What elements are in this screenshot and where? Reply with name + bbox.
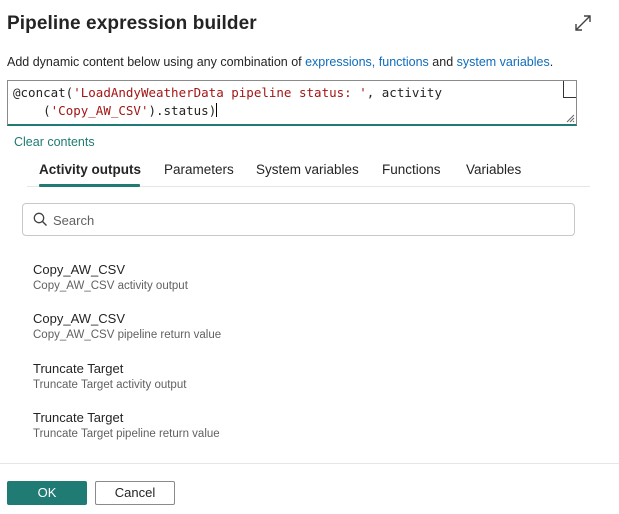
tab-system-variables[interactable]: System variables — [256, 162, 359, 177]
code-line1-pre: @concat( — [13, 85, 74, 100]
code-line1-post: , activity — [366, 85, 442, 100]
footer-divider — [0, 463, 619, 464]
code-line1-string: 'LoadAndyWeatherData pipeline status: ' — [73, 85, 367, 100]
ok-button[interactable]: OK — [7, 481, 87, 505]
code-line2-post: ).status) — [148, 103, 217, 118]
activity-output-list: Copy_AW_CSV Copy_AW_CSV activity output … — [33, 262, 221, 459]
tab-variables[interactable]: Variables — [466, 162, 521, 177]
tab-parameters[interactable]: Parameters — [164, 162, 234, 177]
list-item[interactable]: Truncate Target Truncate Target pipeline… — [33, 410, 221, 459]
description-prefix: Add dynamic content below using any comb… — [7, 55, 306, 69]
list-item-title: Truncate Target — [33, 360, 124, 376]
cancel-button[interactable]: Cancel — [95, 481, 175, 505]
list-item-subtitle: Truncate Target activity output — [33, 378, 187, 391]
description-middle: and — [428, 55, 457, 69]
search-icon — [33, 212, 47, 226]
code-line2-pre: ( — [13, 103, 51, 118]
list-item-subtitle: Truncate Target pipeline return value — [33, 427, 220, 440]
tab-bar: Activity outputs Parameters System varia… — [27, 158, 590, 187]
dialog-description: Add dynamic content below using any comb… — [7, 55, 553, 69]
code-line2-string: 'Copy_AW_CSV' — [50, 103, 149, 118]
dialog-title: Pipeline expression builder — [7, 13, 257, 34]
functions-link[interactable]: functions — [379, 55, 429, 69]
tab-activity-outputs[interactable]: Activity outputs — [39, 162, 141, 177]
expressions-link[interactable]: expressions, — [305, 55, 375, 69]
list-item[interactable]: Copy_AW_CSV Copy_AW_CSV pipeline return … — [33, 311, 221, 360]
list-item-title: Truncate Target — [33, 409, 124, 425]
tab-functions[interactable]: Functions — [382, 162, 441, 177]
resize-handle-icon[interactable] — [566, 114, 575, 123]
editor-scrollbar[interactable] — [563, 81, 576, 98]
description-suffix: . — [549, 55, 554, 69]
list-item-title: Copy_AW_CSV — [33, 311, 125, 327]
list-item-subtitle: Copy_AW_CSV activity output — [33, 280, 188, 292]
expression-editor[interactable]: @concat('LoadAndyWeatherData pipeline st… — [7, 80, 577, 126]
expression-code[interactable]: @concat('LoadAndyWeatherData pipeline st… — [13, 84, 442, 120]
system-variables-link[interactable]: system variables — [457, 55, 550, 69]
active-tab-indicator — [39, 184, 140, 187]
list-item-title: Copy_AW_CSV — [33, 262, 125, 277]
text-cursor — [216, 103, 218, 117]
search-box[interactable] — [22, 203, 575, 236]
search-input[interactable] — [53, 211, 553, 229]
list-item[interactable]: Copy_AW_CSV Copy_AW_CSV activity output — [33, 262, 221, 311]
clear-contents-link[interactable]: Clear contents — [14, 135, 95, 149]
list-item[interactable]: Truncate Target Truncate Target activity… — [33, 361, 221, 410]
expand-icon[interactable] — [573, 13, 593, 33]
list-item-subtitle: Copy_AW_CSV pipeline return value — [33, 329, 222, 342]
